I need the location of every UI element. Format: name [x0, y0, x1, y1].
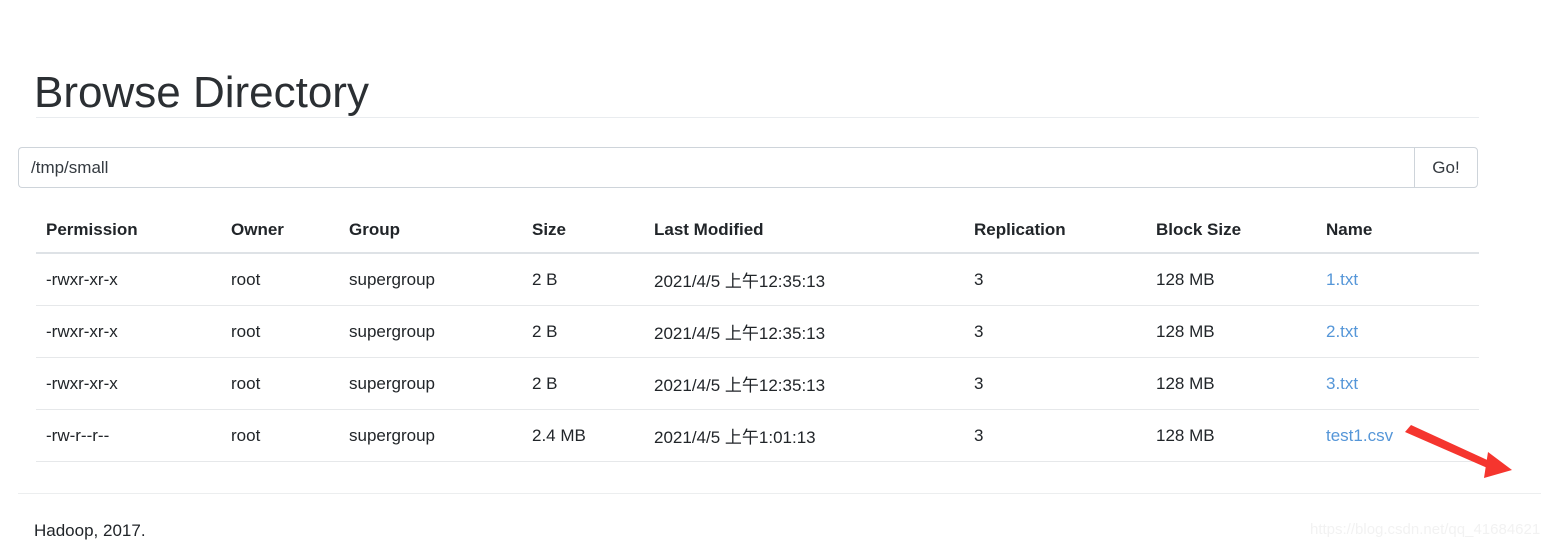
watermark-text: https://blog.csdn.net/qq_41684621 — [1310, 521, 1541, 538]
table-row: -rwxr-xr-x root supergroup 2 B 2021/4/5 … — [36, 253, 1479, 306]
table-row: -rwxr-xr-x root supergroup 2 B 2021/4/5 … — [36, 305, 1479, 358]
page-title: Browse Directory — [34, 68, 369, 118]
column-header-owner[interactable]: Owner — [221, 212, 339, 254]
cell-size: 2 B — [522, 357, 644, 410]
column-header-size[interactable]: Size — [522, 212, 644, 254]
cell-last-modified: 2021/4/5 上午12:35:13 — [644, 305, 964, 358]
file-link[interactable]: 1.txt — [1326, 270, 1358, 289]
cell-owner: root — [221, 409, 339, 462]
cell-block-size: 128 MB — [1146, 305, 1316, 358]
file-link[interactable]: test1.csv — [1326, 426, 1393, 445]
cell-group: supergroup — [339, 305, 522, 358]
cell-name: test1.csv — [1316, 409, 1479, 462]
cell-group: supergroup — [339, 253, 522, 306]
cell-replication: 3 — [964, 357, 1146, 410]
cell-size: 2 B — [522, 253, 644, 306]
cell-replication: 3 — [964, 409, 1146, 462]
column-header-block-size[interactable]: Block Size — [1146, 212, 1316, 254]
directory-path-input[interactable] — [18, 147, 1414, 188]
cell-permission: -rwxr-xr-x — [36, 305, 221, 358]
column-header-last-modified[interactable]: Last Modified — [644, 212, 964, 254]
cell-replication: 3 — [964, 253, 1146, 306]
table-row: -rw-r--r-- root supergroup 2.4 MB 2021/4… — [36, 409, 1479, 462]
path-form: Go! — [18, 147, 1478, 188]
cell-permission: -rwxr-xr-x — [36, 357, 221, 410]
file-link[interactable]: 3.txt — [1326, 374, 1358, 393]
cell-block-size: 128 MB — [1146, 253, 1316, 306]
column-header-group[interactable]: Group — [339, 212, 522, 254]
file-link[interactable]: 2.txt — [1326, 322, 1358, 341]
cell-name: 3.txt — [1316, 357, 1479, 410]
cell-owner: root — [221, 357, 339, 410]
column-header-replication[interactable]: Replication — [964, 212, 1146, 254]
table-row: -rwxr-xr-x root supergroup 2 B 2021/4/5 … — [36, 357, 1479, 410]
footer-text: Hadoop, 2017. — [34, 521, 146, 540]
title-divider — [36, 117, 1479, 118]
cell-owner: root — [221, 253, 339, 306]
cell-last-modified: 2021/4/5 上午12:35:13 — [644, 253, 964, 306]
cell-owner: root — [221, 305, 339, 358]
cell-group: supergroup — [339, 409, 522, 462]
cell-block-size: 128 MB — [1146, 409, 1316, 462]
cell-last-modified: 2021/4/5 上午12:35:13 — [644, 357, 964, 410]
footer-divider — [18, 493, 1541, 494]
cell-size: 2.4 MB — [522, 409, 644, 462]
cell-size: 2 B — [522, 305, 644, 358]
browse-directory-page: Browse Directory Go! Permission Owner Gr… — [0, 0, 1559, 555]
file-listing-table: Permission Owner Group Size Last Modifie… — [36, 212, 1479, 462]
cell-replication: 3 — [964, 305, 1146, 358]
cell-name: 1.txt — [1316, 253, 1479, 306]
cell-group: supergroup — [339, 357, 522, 410]
cell-last-modified: 2021/4/5 上午1:01:13 — [644, 409, 964, 462]
cell-block-size: 128 MB — [1146, 357, 1316, 410]
cell-name: 2.txt — [1316, 305, 1479, 358]
cell-permission: -rw-r--r-- — [36, 409, 221, 462]
go-button[interactable]: Go! — [1414, 147, 1478, 188]
column-header-name[interactable]: Name — [1316, 212, 1479, 254]
table-header-row: Permission Owner Group Size Last Modifie… — [36, 212, 1479, 254]
cell-permission: -rwxr-xr-x — [36, 253, 221, 306]
column-header-permission[interactable]: Permission — [36, 212, 221, 254]
